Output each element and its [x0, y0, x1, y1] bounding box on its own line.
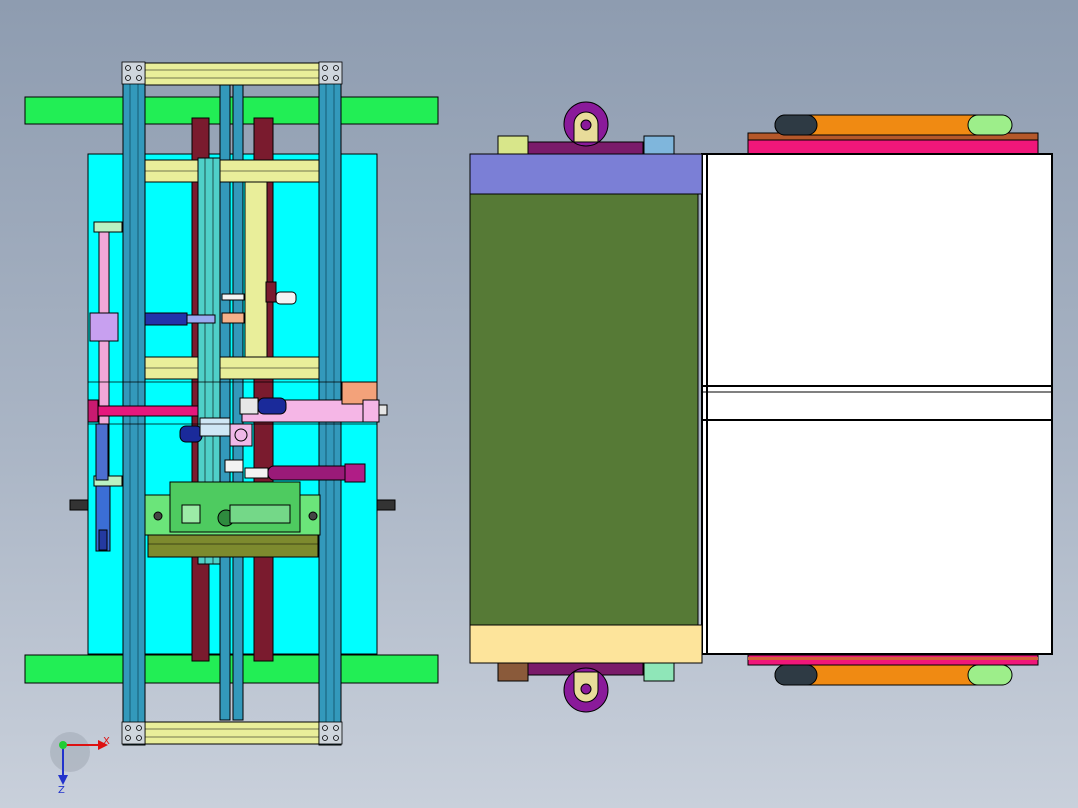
yellow-profile-bottom — [141, 721, 323, 745]
coordinate-triad: X Z — [50, 732, 110, 796]
yellow-profile-vertical — [244, 181, 268, 358]
green-bar-bottom — [24, 654, 439, 684]
green-bar-top — [24, 96, 439, 125]
side-bolt-left — [69, 499, 89, 511]
purple-cylinder — [267, 465, 357, 481]
triad-origin — [59, 741, 67, 749]
blue-cylinder-upper — [144, 312, 188, 326]
lavender-panel — [469, 153, 703, 195]
blue-profile-left — [122, 62, 146, 746]
left-assembly-view[interactable] — [24, 61, 439, 746]
z-axis-label: Z — [58, 785, 65, 796]
right-assembly-view[interactable] — [469, 101, 1053, 713]
roller-bottom — [747, 654, 1039, 686]
magenta-cylinder-rod — [87, 405, 199, 417]
cad-drawing: X Z — [24, 61, 1053, 796]
navy-cylinder-right — [257, 397, 287, 415]
white-enclosure — [701, 153, 1053, 655]
lavender-bearing-block — [89, 312, 119, 342]
yellow-profile-top — [141, 62, 323, 86]
side-bolt-right — [376, 499, 396, 511]
pivot-mount-bottom — [563, 667, 609, 713]
cad-viewport[interactable]: X Z — [0, 0, 1078, 808]
olive-panel — [469, 191, 699, 628]
roller-top — [747, 114, 1039, 155]
x-axis-label: X — [103, 736, 110, 747]
cream-panel — [469, 624, 703, 664]
navy-cylinder-center — [179, 425, 203, 443]
pivot-mount-top — [563, 101, 609, 147]
